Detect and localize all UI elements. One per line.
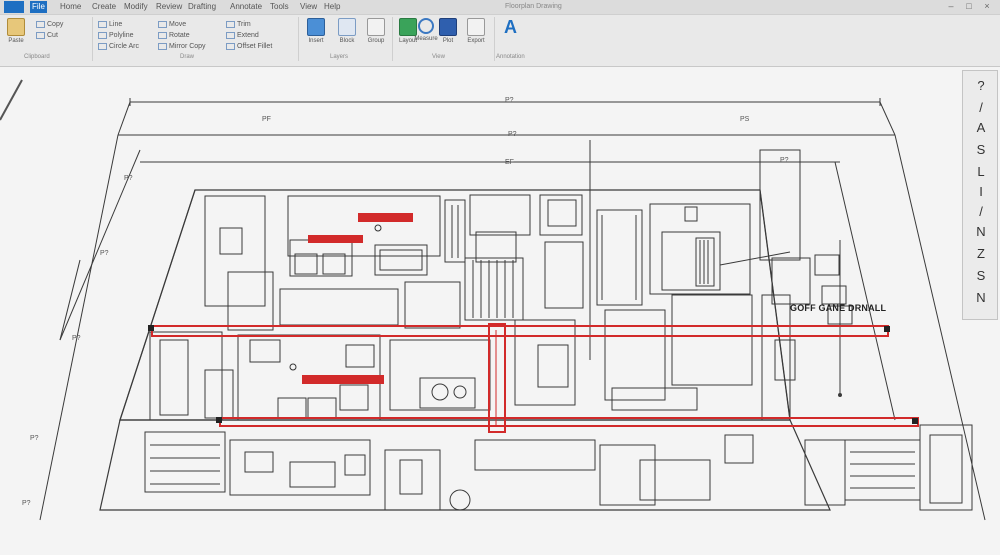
line-button[interactable]: Line [98,20,122,29]
text-style-icon[interactable]: A [504,17,517,38]
group-label-clipboard: Clipboard [24,54,50,60]
trim-button[interactable]: Trim [226,20,251,29]
tab-9[interactable]: Help [322,1,342,13]
polyline-button[interactable]: Polyline [98,31,134,40]
building-front-wall [99,419,831,511]
tab-2[interactable]: Create [90,1,118,13]
tab-3[interactable]: Modify [122,1,150,13]
group-icon [367,18,385,36]
offset-fillet-button[interactable]: Offset Fillet [226,42,272,51]
window-title: Floorplan Drawing [505,3,562,10]
block-button[interactable]: Block [333,18,361,45]
tab-1[interactable]: Home [58,1,83,13]
rotate-icon [158,31,167,39]
block-icon [338,18,356,36]
insert-button[interactable]: Insert [302,18,330,45]
tab-0[interactable]: File [30,1,47,13]
dimension-label: P? [124,175,133,182]
paste-icon [7,18,25,36]
polyline-icon [98,31,107,39]
palette-tool-text-icon[interactable]: A [971,119,991,137]
palette-tool-shape-icon[interactable]: N [971,289,991,307]
line-icon [98,20,107,28]
palette-tool-zigzag-icon[interactable]: Z [971,245,991,263]
mirror-copy-button[interactable]: Mirror Copy [158,42,206,51]
dimension-label: PS [740,116,750,123]
palette-tool-spline-icon[interactable]: S [971,141,991,159]
drawing-canvas[interactable]: P? PF PS P? EF P? P? P? P? P? P? GOFF GA… [0,67,1000,550]
ribbon-tab-bar: File Home Create Modify Review Drafting … [0,0,1000,15]
tab-8[interactable]: View [298,1,319,13]
cut-icon [36,31,45,39]
dimension-label: EF [505,159,514,166]
ribbon: File Home Create Modify Review Drafting … [0,0,1000,67]
palette-tool-angle-icon[interactable]: L [971,163,991,181]
copy-button[interactable]: Copy [36,20,63,29]
export-icon [467,18,485,36]
minimize-icon[interactable]: – [944,0,958,13]
detail-callout-label: GOFF GANE DRNALL [790,303,887,313]
palette-tool-curve-icon[interactable]: S [971,267,991,285]
highlight-marker-2 [308,235,363,243]
extend-icon [226,31,235,39]
dimension-label: P? [505,97,514,104]
export-button[interactable]: Export [462,18,490,45]
highlight-column [488,323,506,433]
close-icon[interactable]: × [980,0,994,13]
rotate-button[interactable]: Rotate [158,31,190,40]
dimension-label: P? [30,435,39,442]
tab-4[interactable]: Review [154,1,184,13]
dimension-label: P? [72,335,81,342]
palette-tool-slash-icon[interactable]: / [971,203,991,221]
palette-tool-line-icon[interactable]: / [971,99,991,117]
move-button[interactable]: Move [158,20,186,29]
circle-icon [98,42,107,50]
dimension-label: P? [100,250,109,257]
highlight-beam-lower [219,417,919,427]
cut-button[interactable]: Cut [36,31,58,40]
trim-icon [226,20,235,28]
plot-icon [439,18,457,36]
copy-icon [36,20,45,28]
circle-arc-button[interactable]: Circle Arc [98,42,139,51]
guide-line [0,79,23,121]
highlight-marker-3 [302,375,384,384]
tab-7[interactable]: Tools [268,1,291,13]
offset-icon [226,42,235,50]
highlight-marker-1 [358,213,413,222]
extend-button[interactable]: Extend [226,31,259,40]
tab-5[interactable]: Drafting [186,1,218,13]
palette-tool-polyline-icon[interactable]: N [971,223,991,241]
palette-tool-pencil-icon[interactable]: I [971,183,991,201]
mirror-icon [158,42,167,50]
group-button[interactable]: Group [362,18,390,45]
dimension-label: P? [780,157,789,164]
maximize-icon[interactable]: □ [962,0,976,13]
tab-6[interactable]: Annotate [228,1,264,13]
group-label-view: View [432,54,445,60]
group-label-layers: Layers [330,54,349,60]
zoom-icon [418,18,434,34]
dimension-label: PF [262,116,271,123]
extension-line-left [39,134,119,521]
app-menu-icon[interactable] [4,1,24,13]
dimension-label: P? [508,131,517,138]
palette-tool-help-icon[interactable]: ? [971,77,991,95]
plot-button[interactable]: Plot [434,18,462,45]
tool-palette: ? / A S L I / N Z S N [962,70,998,320]
insert-icon [307,18,325,36]
dimension-label: P? [22,500,31,507]
move-icon [158,20,167,28]
group-label-annotation: Annotation [496,54,525,60]
group-label-draw: Draw [180,54,195,60]
paste-button[interactable]: Paste [2,18,30,45]
